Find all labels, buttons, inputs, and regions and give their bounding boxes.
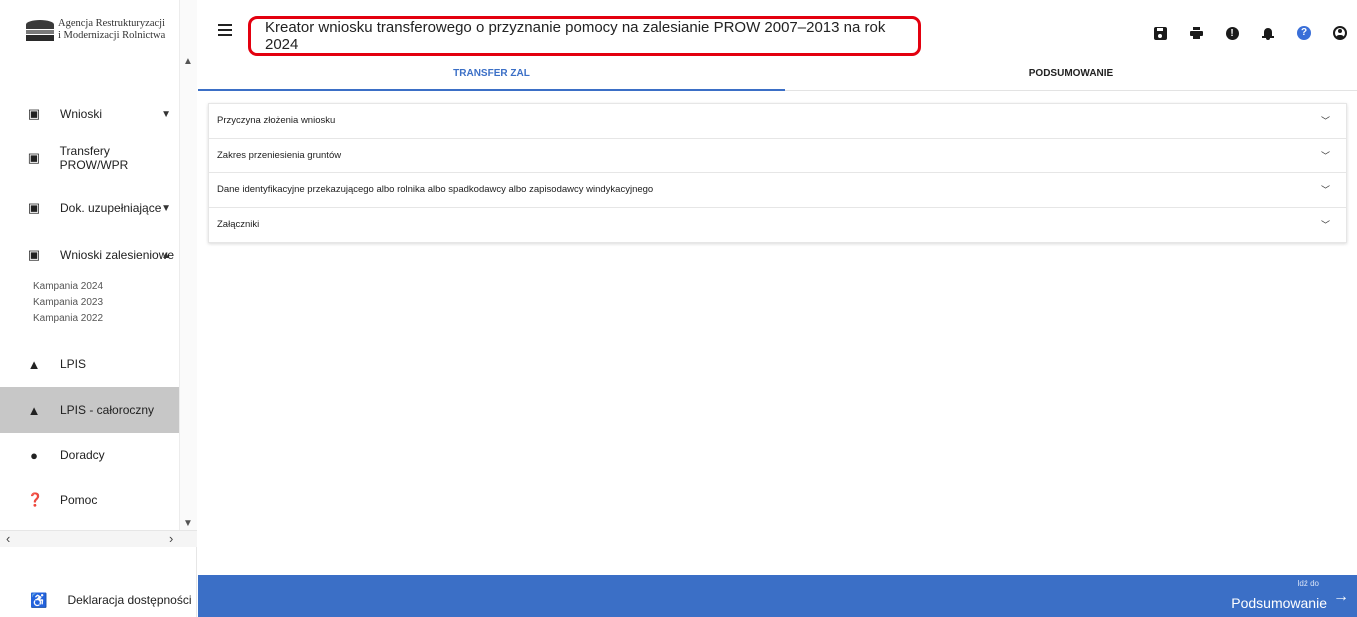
sidebar-item-pomoc[interactable]: ❓ Pomoc <box>0 478 179 522</box>
header: Kreator wniosku transferowego o przyznan… <box>198 0 1357 64</box>
header-toolbar: ! ? <box>1153 26 1357 40</box>
tab-transfer-zal[interactable]: TRANSFER ZAL <box>198 64 785 91</box>
section-label: Załączniki <box>217 219 260 231</box>
accessibility-icon: ♿ <box>30 591 48 608</box>
clipboard-icon: ▣ <box>27 150 40 165</box>
sidebar-subitem-kampania-2023[interactable]: Kampania 2023 <box>33 295 103 311</box>
terrain-icon: ▲ <box>27 356 41 372</box>
sidebar-item-label: LPIS <box>60 357 87 371</box>
save-icon[interactable] <box>1153 26 1167 40</box>
brand-line-2: i Modernizacji Rolnictwa <box>58 30 166 41</box>
bell-icon[interactable] <box>1261 26 1275 40</box>
chevron-down-icon: ﹀ <box>1320 150 1330 161</box>
section-przyczyna[interactable]: Przyczyna złożenia wniosku ﹀ <box>209 104 1346 139</box>
section-dane-identyfikacyjne[interactable]: Dane identyfikacyjne przekazującego albo… <box>209 173 1346 208</box>
chevron-up-icon: ▲ <box>161 249 171 261</box>
sidebar-item-wnioski[interactable]: ▣ Wnioski ▼ <box>0 92 179 136</box>
campaign-list: Kampania 2024 Kampania 2023 Kampania 202… <box>33 279 103 327</box>
sections-accordion: Przyczyna złożenia wniosku ﹀ Zakres prze… <box>208 103 1347 243</box>
section-label: Zakres przeniesienia gruntów <box>217 149 342 161</box>
tab-bar: TRANSFER ZAL PODSUMOWANIE <box>198 64 1357 91</box>
sidebar-item-label: Dok. uzupełniające <box>60 201 162 215</box>
sidebar-vertical-scrollbar[interactable] <box>179 0 197 547</box>
menu-icon[interactable] <box>218 24 232 36</box>
sidebar-item-doradcy[interactable]: ● Doradcy <box>0 433 179 477</box>
chevron-down-icon: ▼ <box>161 108 171 120</box>
sidebar-item-label: LPIS - całoroczny <box>60 403 155 417</box>
section-zakres[interactable]: Zakres przeniesienia gruntów ﹀ <box>209 139 1346 173</box>
brand-line-1: Agencja Restrukturyzacji <box>58 18 165 29</box>
page-title: Kreator wniosku transferowego o przyznan… <box>248 16 921 56</box>
sidebar-item-label: Wnioski <box>60 107 103 121</box>
sidebar-item-dok-uzupelniajace[interactable]: ▣ Dok. uzupełniające ▼ <box>0 186 179 230</box>
terrain-icon: ▲ <box>27 402 41 418</box>
scroll-up-icon[interactable]: ▲ <box>183 56 193 67</box>
next-step-label: Podsumowanie <box>1231 595 1327 611</box>
person-icon: ● <box>30 447 38 463</box>
clipboard-icon: ▣ <box>27 106 41 121</box>
help-icon[interactable]: ? <box>1297 26 1311 40</box>
sidebar-scroll-area: ▲ ▼ Agencja Restrukturyzacji i Moderniza… <box>0 0 197 547</box>
sidebar-item-label: Wnioski zalesieniowe <box>60 248 175 262</box>
scroll-down-icon[interactable]: ▼ <box>183 518 193 529</box>
section-label: Dane identyfikacyjne przekazującego albo… <box>217 184 654 196</box>
print-icon[interactable] <box>1189 26 1203 40</box>
sidebar-item-label: Pomoc <box>60 493 98 507</box>
scroll-right-icon[interactable]: › <box>169 531 173 546</box>
sidebar-item-lpis-caloroczny[interactable]: ▲ LPIS - całoroczny <box>0 387 179 433</box>
arimr-logo[interactable]: Agencja Restrukturyzacji i Modernizacji … <box>26 18 165 42</box>
sidebar: ▲ ▼ Agencja Restrukturyzacji i Moderniza… <box>0 0 197 617</box>
sidebar-item-deklaracja-dostepnosci[interactable]: ♿ Deklaracja dostępności <box>0 583 197 617</box>
arimr-logo-icon <box>26 18 54 42</box>
chevron-down-icon: ﹀ <box>1320 116 1330 127</box>
sidebar-item-label: Deklaracja dostępności <box>67 593 192 607</box>
account-icon[interactable] <box>1333 26 1347 40</box>
section-zalaczniki[interactable]: Załączniki ﹀ <box>209 208 1346 243</box>
clipboard-icon: ▣ <box>27 200 41 215</box>
sidebar-item-lpis[interactable]: ▲ LPIS <box>0 342 179 386</box>
chevron-down-icon: ﹀ <box>1320 220 1330 231</box>
sidebar-item-label: Doradcy <box>60 448 105 462</box>
sidebar-horizontal-scrollbar[interactable]: ‹ › <box>0 530 197 547</box>
next-step-caption: Idź do <box>1297 579 1319 588</box>
sidebar-subitem-kampania-2022[interactable]: Kampania 2022 <box>33 311 103 327</box>
page-title-text: Kreator wniosku transferowego o przyznan… <box>265 19 886 53</box>
sidebar-item-wnioski-zalesieniowe[interactable]: ▣ Wnioski zalesieniowe ▲ <box>0 233 179 277</box>
chevron-down-icon: ▼ <box>161 202 171 214</box>
arimr-logo-text: Agencja Restrukturyzacji i Modernizacji … <box>58 18 165 42</box>
chevron-down-icon: ﹀ <box>1320 185 1330 196</box>
clipboard-icon: ▣ <box>27 247 41 262</box>
tab-podsumowanie[interactable]: PODSUMOWANIE <box>785 64 1357 91</box>
sidebar-subitem-kampania-2024[interactable]: Kampania 2024 <box>33 279 103 295</box>
next-step-bar[interactable]: Idź do Podsumowanie → <box>198 575 1357 617</box>
sidebar-item-transfery[interactable]: ▣ Transfery PROW/WPR <box>0 136 179 180</box>
sidebar-item-label: Transfery PROW/WPR <box>59 144 129 172</box>
section-label: Przyczyna złożenia wniosku <box>217 115 336 127</box>
help-circle-icon: ❓ <box>27 492 44 507</box>
arrow-right-icon: → <box>1333 588 1349 605</box>
alert-icon[interactable]: ! <box>1225 26 1239 40</box>
scroll-left-icon[interactable]: ‹ <box>6 531 10 546</box>
